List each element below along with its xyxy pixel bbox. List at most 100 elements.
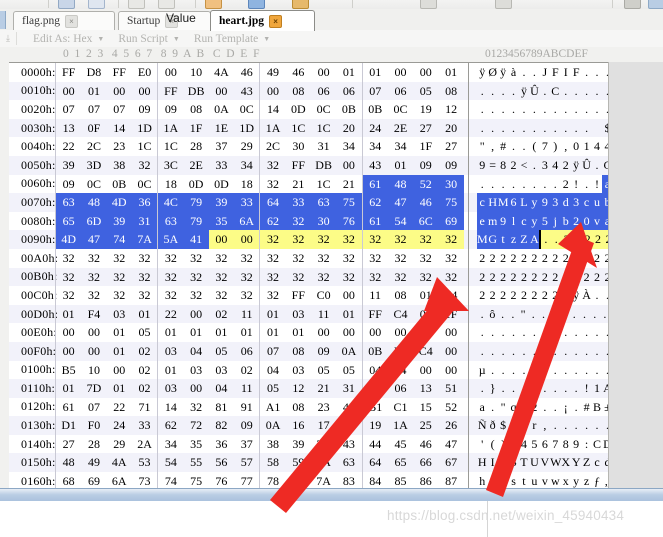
hex-byte[interactable]: 3D — [81, 156, 106, 175]
hex-bytes[interactable]: FF D8 FF E0 00 10 4A 46 49 46 00 01 01 00 00 01 — [55, 63, 469, 82]
hex-byte[interactable]: 32 — [413, 230, 439, 249]
ascii-char[interactable]: . — [550, 323, 560, 342]
ascii-char[interactable]: Ñ — [477, 416, 487, 435]
hex-byte[interactable]: 0B — [107, 175, 132, 194]
hex-byte[interactable]: 05 — [311, 361, 336, 380]
hex-bytes[interactable]: 48 49 4A 53 54 55 56 57 58 59 5A 63 64 65 66 67 — [55, 453, 469, 473]
hex-byte[interactable]: 32 — [438, 249, 463, 268]
hex-row[interactable]: 0130h: D1 F0 24 33 62 72 82 09 0A 16 17 18 19 1A 25 26 Ñð… — [9, 416, 663, 435]
hex-byte[interactable]: 12 — [286, 379, 311, 398]
ascii-char[interactable]: a — [477, 398, 487, 417]
hex-byte[interactable]: 1C — [286, 119, 311, 138]
ascii-char[interactable]: C — [550, 82, 560, 101]
ascii-char[interactable]: . — [519, 119, 529, 138]
ascii-char[interactable]: . — [581, 175, 591, 194]
hex-byte[interactable]: 25 — [413, 416, 438, 435]
hex-byte[interactable]: 36 — [131, 193, 158, 212]
ascii-char[interactable]: 2 — [571, 230, 583, 249]
ascii-char[interactable]: . — [540, 119, 550, 138]
ascii-char[interactable]: . — [487, 323, 497, 342]
ascii-char[interactable]: 2 — [529, 398, 539, 417]
hex-byte[interactable]: 1F — [438, 305, 463, 324]
ascii-char[interactable]: b — [519, 416, 529, 435]
ascii-char[interactable]: 2 — [540, 249, 550, 268]
ascii-char[interactable]: 3 — [570, 193, 582, 212]
ascii-char[interactable]: 2 — [529, 249, 539, 268]
ascii-char[interactable]: . — [477, 305, 487, 324]
hex-byte[interactable]: 32 — [260, 156, 285, 175]
ascii-char[interactable]: 2 — [561, 286, 571, 305]
hex-bytes[interactable]: 00 01 00 00 FF DB 00 43 00 08 06 06 07 06 05 08 — [55, 81, 469, 101]
ascii-char[interactable]: # — [581, 398, 591, 417]
hex-bytes[interactable]: 01 7D 01 02 03 00 04 11 05 12 21 31 41 06 13 51 — [55, 379, 469, 398]
hex-byte[interactable]: 00 — [336, 156, 361, 175]
hex-bytes[interactable]: 07 07 07 09 09 08 0A 0C 14 0D 0C 0B 0B 0C 19 12 — [55, 100, 469, 119]
ascii-char[interactable]: 2 — [592, 268, 602, 287]
hex-byte[interactable]: 00 — [234, 230, 260, 249]
ascii-char[interactable]: . — [592, 416, 602, 435]
hex-byte[interactable]: FF — [56, 63, 81, 82]
ascii-char[interactable]: . — [579, 305, 589, 324]
ascii-char[interactable]: Z — [581, 453, 591, 472]
ascii-char[interactable]: . — [571, 100, 581, 119]
hex-row[interactable]: 00F0h: 00 00 01 02 03 04 05 06 07 08 09 0A 0B FF C4 00..… — [9, 341, 663, 361]
hex-byte[interactable]: 32 — [260, 230, 286, 249]
hex-byte[interactable]: 39 — [56, 156, 81, 175]
hex-byte[interactable]: 01 — [336, 63, 361, 82]
ascii-char[interactable]: . — [571, 342, 581, 361]
hex-byte[interactable]: 06 — [388, 379, 413, 398]
hex-row[interactable]: 0140h: 27 28 29 2A 34 35 36 37 38 39 3A 43 44 45 46 47 '(… — [9, 434, 663, 454]
ascii-char[interactable]: 2 — [519, 286, 529, 305]
hex-byte[interactable]: 08 — [286, 398, 311, 417]
hex-byte[interactable]: 61 — [56, 398, 81, 417]
hex-byte[interactable]: 56 — [209, 453, 234, 472]
ascii-char[interactable]: . — [519, 361, 529, 380]
ascii-char[interactable]: . — [592, 323, 602, 342]
hex-byte[interactable]: 35 — [208, 211, 235, 231]
hex-byte[interactable]: F0 — [81, 416, 106, 435]
hex-byte[interactable]: 32 — [260, 249, 285, 268]
ascii-char[interactable]: 2 — [529, 268, 539, 287]
hex-byte[interactable]: 71 — [132, 398, 157, 417]
edit-as-toolbar[interactable]: ⤓ Edit As: Hex ▼ Run Script ▼ Run Templa… — [0, 30, 663, 48]
ascii-char[interactable]: ÿ — [571, 156, 581, 175]
hex-byte[interactable]: 21 — [336, 175, 361, 194]
ascii-char[interactable]: 2 — [519, 249, 529, 268]
ascii-char[interactable]: ! — [571, 175, 581, 194]
ascii-char[interactable]: . — [550, 416, 560, 435]
hex-byte[interactable]: 2A — [132, 435, 157, 454]
hex-byte[interactable]: 00 — [336, 286, 361, 305]
ascii-char[interactable]: F — [571, 63, 581, 82]
hex-byte[interactable]: 10 — [81, 361, 106, 380]
hex-byte[interactable]: 03 — [209, 361, 234, 380]
tab-heart-jpg[interactable]: heart.jpg × — [210, 10, 315, 31]
ascii-char[interactable]: . — [529, 119, 539, 138]
toolbar-grip-icon[interactable]: ⤓ — [0, 33, 16, 44]
hex-row[interactable]: 0060h: 09 0C 0B 0C 18 0D 0D 18 32 21 1C 21 61 48 52 30..… — [9, 174, 663, 194]
run-template-dropdown[interactable]: Run Template ▼ — [194, 33, 270, 45]
hex-byte[interactable]: 32 — [158, 249, 183, 268]
ascii-char[interactable]: s — [508, 472, 518, 488]
hex-bytes[interactable]: 39 3D 38 32 3C 2E 33 34 32 FF DB 00 43 01 09 09 — [55, 155, 469, 175]
hex-bytes[interactable]: 32 32 32 32 32 32 32 32 32 32 32 32 32 32 32 32 — [55, 267, 469, 287]
ascii-char[interactable]: j — [498, 472, 508, 488]
hex-byte[interactable]: 62 — [362, 193, 388, 212]
ascii-char[interactable]: . — [498, 100, 508, 119]
hex-byte[interactable]: 43 — [234, 82, 259, 101]
hex-byte[interactable]: 09 — [438, 156, 463, 175]
hex-row[interactable]: 0050h: 39 3D 38 32 3C 2E 33 34 32 FF DB 00 43 01 09 09 9 =… — [9, 155, 663, 175]
hex-byte[interactable]: B1 — [363, 398, 388, 417]
hex-byte[interactable]: 2E — [388, 119, 413, 138]
hex-editor-view[interactable]: 0 1 2 3 4 5 6 7 8 9 A B C D E F 01234567… — [0, 47, 663, 488]
ascii-char[interactable]: . — [540, 100, 550, 119]
hex-byte[interactable]: 32 — [413, 249, 438, 268]
ascii-char[interactable]: t — [519, 472, 529, 488]
ascii-char[interactable]: . — [487, 175, 497, 194]
ascii-char[interactable]: I — [561, 63, 571, 82]
hex-byte[interactable]: 04 — [260, 361, 285, 380]
ascii-char[interactable]: 0 — [571, 137, 581, 156]
hex-byte[interactable]: 33 — [234, 193, 260, 212]
ascii-char[interactable]: ƒ — [592, 472, 602, 488]
chevron-down-icon[interactable]: ▼ — [263, 35, 270, 43]
ascii-char[interactable]: 2 — [540, 286, 550, 305]
